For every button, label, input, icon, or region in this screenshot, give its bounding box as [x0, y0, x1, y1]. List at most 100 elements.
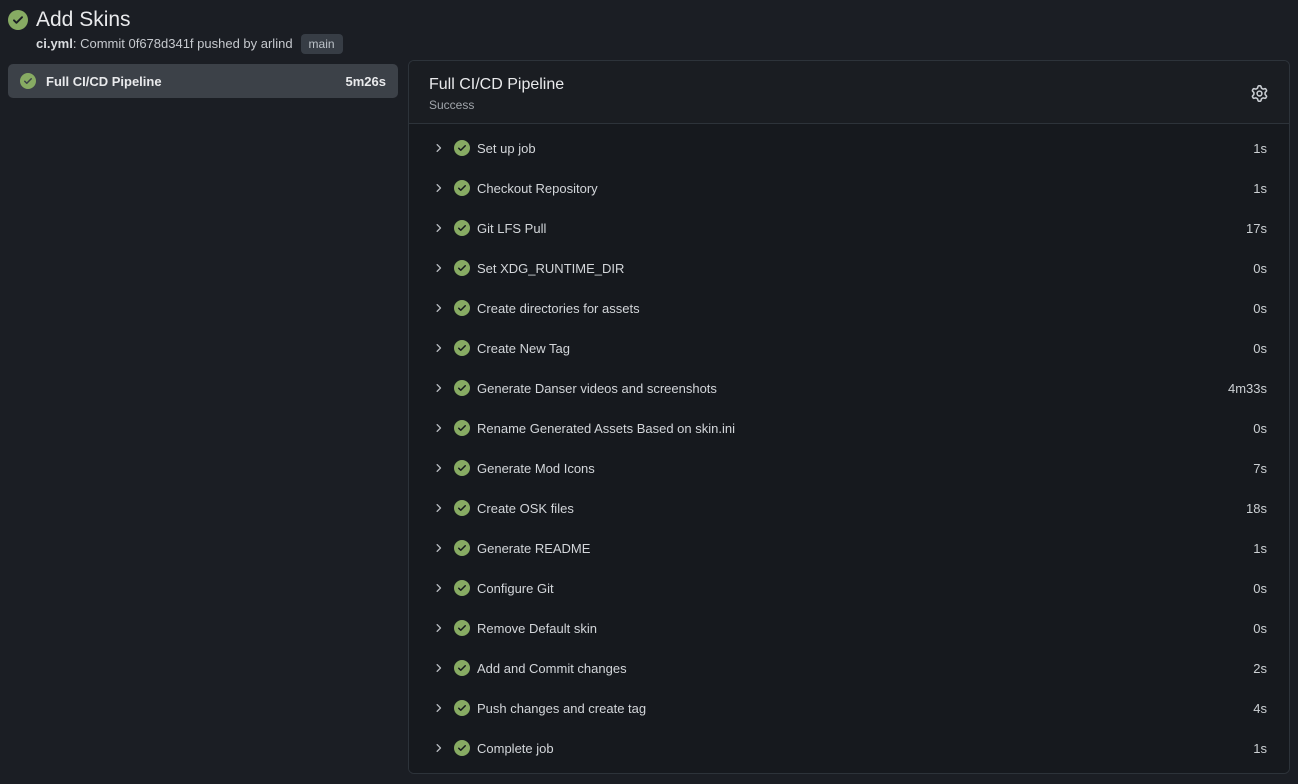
jobs-sidebar: Full CI/CD Pipeline 5m26s: [8, 60, 398, 98]
step-name: Rename Generated Assets Based on skin.in…: [477, 421, 1253, 436]
step-name: Push changes and create tag: [477, 701, 1253, 716]
chevron-right-icon[interactable]: [433, 462, 445, 474]
commit-summary: : Commit 0f678d341f pushed by arlind: [73, 34, 293, 54]
job-detail-header: Full CI/CD Pipeline Success: [409, 61, 1289, 124]
step-row[interactable]: Create OSK files 18s: [409, 488, 1289, 528]
step-duration: 1s: [1253, 181, 1267, 196]
chevron-right-icon[interactable]: [433, 622, 445, 634]
step-duration: 0s: [1253, 341, 1267, 356]
step-success-check-icon: [454, 420, 470, 436]
step-row[interactable]: Set up job 1s: [409, 128, 1289, 168]
chevron-right-icon[interactable]: [433, 662, 445, 674]
step-row[interactable]: Create directories for assets 0s: [409, 288, 1289, 328]
step-success-check-icon: [454, 740, 470, 756]
step-name: Generate Mod Icons: [477, 461, 1253, 476]
step-success-check-icon: [454, 540, 470, 556]
step-row[interactable]: Create New Tag 0s: [409, 328, 1289, 368]
panel-job-status: Success: [429, 97, 1247, 113]
step-duration: 0s: [1253, 421, 1267, 436]
step-name: Create New Tag: [477, 341, 1253, 356]
job-detail-panel: Full CI/CD Pipeline Success Set up job 1…: [408, 60, 1290, 774]
step-success-check-icon: [454, 140, 470, 156]
step-name: Create directories for assets: [477, 301, 1253, 316]
run-title: Add Skins: [36, 6, 1290, 34]
chevron-right-icon[interactable]: [433, 582, 445, 594]
chevron-right-icon[interactable]: [433, 542, 445, 554]
chevron-right-icon[interactable]: [433, 382, 445, 394]
chevron-right-icon[interactable]: [433, 302, 445, 314]
chevron-right-icon[interactable]: [433, 702, 445, 714]
job-success-check-icon: [20, 73, 36, 89]
step-duration: 17s: [1246, 221, 1267, 236]
step-duration: 0s: [1253, 261, 1267, 276]
step-duration: 2s: [1253, 661, 1267, 676]
panel-job-title: Full CI/CD Pipeline: [429, 75, 1247, 95]
run-header: Add Skins ci.yml: Commit 0f678d341f push…: [8, 6, 1290, 54]
branch-badge[interactable]: main: [301, 34, 343, 54]
step-row[interactable]: Checkout Repository 1s: [409, 168, 1289, 208]
step-row[interactable]: Rename Generated Assets Based on skin.in…: [409, 408, 1289, 448]
step-row[interactable]: Push changes and create tag 4s: [409, 688, 1289, 728]
step-success-check-icon: [454, 300, 470, 316]
step-row[interactable]: Set XDG_RUNTIME_DIR 0s: [409, 248, 1289, 288]
step-name: Add and Commit changes: [477, 661, 1253, 676]
run-success-check-icon: [8, 10, 28, 30]
step-name: Configure Git: [477, 581, 1253, 596]
step-name: Set up job: [477, 141, 1253, 156]
step-success-check-icon: [454, 380, 470, 396]
step-duration: 7s: [1253, 461, 1267, 476]
step-success-check-icon: [454, 580, 470, 596]
step-duration: 18s: [1246, 501, 1267, 516]
step-success-check-icon: [454, 620, 470, 636]
job-detail-header-text: Full CI/CD Pipeline Success: [429, 75, 1247, 113]
workflow-filename: ci.yml: [36, 34, 73, 54]
chevron-right-icon[interactable]: [433, 342, 445, 354]
step-name: Complete job: [477, 741, 1253, 756]
step-duration: 0s: [1253, 621, 1267, 636]
step-duration: 1s: [1253, 541, 1267, 556]
step-success-check-icon: [454, 460, 470, 476]
step-row[interactable]: Add and Commit changes 2s: [409, 648, 1289, 688]
run-subtitle: ci.yml: Commit 0f678d341f pushed by arli…: [36, 34, 1290, 54]
chevron-right-icon[interactable]: [433, 142, 445, 154]
step-row[interactable]: Complete job 1s: [409, 728, 1289, 768]
chevron-right-icon[interactable]: [433, 742, 445, 754]
step-duration: 4s: [1253, 701, 1267, 716]
gear-icon[interactable]: [1247, 81, 1271, 105]
run-content: Full CI/CD Pipeline 5m26s Full CI/CD Pip…: [8, 60, 1290, 774]
step-row[interactable]: Generate Danser videos and screenshots 4…: [409, 368, 1289, 408]
step-row[interactable]: Generate Mod Icons 7s: [409, 448, 1289, 488]
step-name: Remove Default skin: [477, 621, 1253, 636]
step-success-check-icon: [454, 700, 470, 716]
steps-list: Set up job 1s Checkout Repository 1s Git…: [409, 124, 1289, 773]
step-row[interactable]: Git LFS Pull 17s: [409, 208, 1289, 248]
actions-run-page: Add Skins ci.yml: Commit 0f678d341f push…: [0, 0, 1298, 780]
step-duration: 1s: [1253, 141, 1267, 156]
step-name: Generate Danser videos and screenshots: [477, 381, 1228, 396]
chevron-right-icon[interactable]: [433, 262, 445, 274]
step-name: Create OSK files: [477, 501, 1246, 516]
step-name: Checkout Repository: [477, 181, 1253, 196]
chevron-right-icon[interactable]: [433, 422, 445, 434]
step-row[interactable]: Remove Default skin 0s: [409, 608, 1289, 648]
step-success-check-icon: [454, 660, 470, 676]
chevron-right-icon[interactable]: [433, 182, 445, 194]
chevron-right-icon[interactable]: [433, 502, 445, 514]
step-duration: 0s: [1253, 301, 1267, 316]
step-name: Set XDG_RUNTIME_DIR: [477, 261, 1253, 276]
step-success-check-icon: [454, 180, 470, 196]
step-name: Generate README: [477, 541, 1253, 556]
step-success-check-icon: [454, 260, 470, 276]
step-row[interactable]: Configure Git 0s: [409, 568, 1289, 608]
step-success-check-icon: [454, 500, 470, 516]
step-success-check-icon: [454, 340, 470, 356]
step-duration: 1s: [1253, 741, 1267, 756]
job-item-full-pipeline[interactable]: Full CI/CD Pipeline 5m26s: [8, 64, 398, 98]
job-name: Full CI/CD Pipeline: [46, 74, 336, 89]
step-duration: 4m33s: [1228, 381, 1267, 396]
job-duration: 5m26s: [346, 74, 386, 89]
step-duration: 0s: [1253, 581, 1267, 596]
step-row[interactable]: Generate README 1s: [409, 528, 1289, 568]
chevron-right-icon[interactable]: [433, 222, 445, 234]
step-name: Git LFS Pull: [477, 221, 1246, 236]
